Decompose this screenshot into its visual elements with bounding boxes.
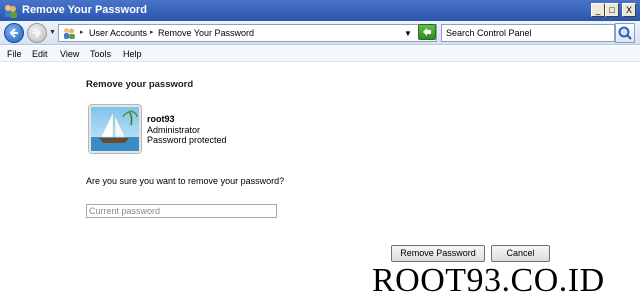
- search-placeholder: Search Control Panel: [446, 28, 532, 38]
- recent-pages-dropdown[interactable]: ▼: [49, 29, 56, 36]
- back-arrow-icon: [9, 28, 18, 38]
- breadcrumb-separator-icon: ▸: [150, 29, 154, 36]
- user-status: Password protected: [147, 135, 227, 145]
- sailboat-picture-icon: [91, 107, 139, 151]
- navigation-bar: ▼ ▸ User Accounts ▸ Remove Your Password…: [0, 21, 640, 45]
- forward-button[interactable]: [27, 23, 47, 43]
- menu-bar: File Edit View Tools Help: [0, 46, 640, 62]
- menu-tools[interactable]: Tools: [90, 49, 111, 59]
- remove-password-button[interactable]: Remove Password: [391, 245, 485, 262]
- avatar: [89, 105, 141, 153]
- minimize-button[interactable]: _: [591, 3, 605, 17]
- watermark-text: ROOT93.CO.ID: [372, 262, 605, 299]
- address-bar[interactable]: ▸ User Accounts ▸ Remove Your Password ▼: [58, 24, 437, 42]
- menu-help[interactable]: Help: [123, 49, 142, 59]
- search-box[interactable]: Search Control Panel: [441, 24, 615, 42]
- refresh-button[interactable]: [418, 24, 436, 40]
- user-name: root93: [147, 114, 175, 124]
- user-role: Administrator: [147, 125, 201, 135]
- confirmation-question: Are you sure you want to remove your pas…: [86, 176, 285, 186]
- back-button[interactable]: [4, 23, 24, 43]
- menu-edit[interactable]: Edit: [32, 49, 48, 59]
- search-icon: [618, 26, 632, 40]
- breadcrumb-remove-password[interactable]: Remove Your Password: [158, 28, 254, 38]
- menu-file[interactable]: File: [7, 49, 22, 59]
- current-password-field[interactable]: [86, 204, 277, 218]
- control-panel-icon: [64, 28, 75, 39]
- user-accounts-icon: [5, 5, 17, 18]
- menu-view[interactable]: View: [60, 49, 79, 59]
- title-bar: Remove Your Password _ □ X: [0, 0, 640, 21]
- cancel-button[interactable]: Cancel: [491, 245, 550, 262]
- close-button[interactable]: X: [622, 3, 636, 17]
- window-title: Remove Your Password: [22, 4, 147, 16]
- page-title: Remove your password: [86, 79, 194, 90]
- breadcrumb-user-accounts[interactable]: User Accounts: [89, 28, 147, 38]
- address-dropdown-icon[interactable]: ▼: [404, 29, 412, 38]
- maximize-button[interactable]: □: [605, 3, 619, 17]
- search-button[interactable]: [615, 23, 635, 43]
- forward-arrow-icon: [33, 28, 42, 38]
- breadcrumb-separator-icon: ▸: [80, 29, 84, 36]
- refresh-icon: [423, 28, 431, 36]
